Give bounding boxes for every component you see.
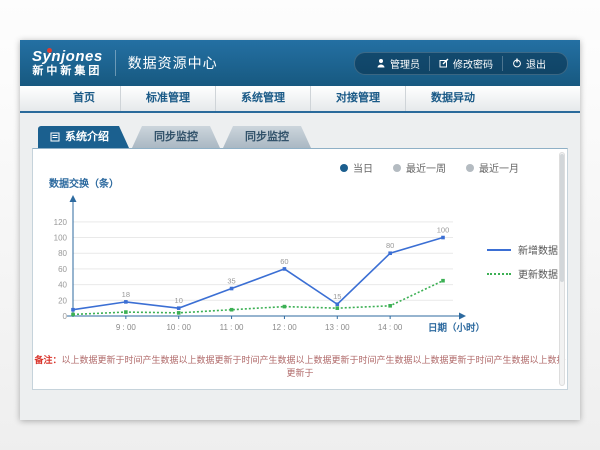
line-chart: 0 20 40 60 80 100 120 9 : 00 10 : 00 11 : 00 12 : … [35,190,487,351]
svg-text:0: 0 [63,312,68,321]
legend-label: 新增数据 [518,242,558,257]
document-icon [50,132,60,142]
brand-logo: Synjones 新中新集团 [32,49,103,78]
nav-item-interface-mgmt[interactable]: 对接管理 [310,86,405,111]
app-window: Synjones 新中新集团 数据资源中心 管理员 修改密码 [20,40,580,420]
filter-option-last-month[interactable]: 最近一月 [466,160,519,175]
legend-label: 更新数据 [518,266,558,281]
tab-label: 同步监控 [154,126,198,148]
logo-subtext: 新中新集团 [32,65,103,77]
svg-text:100: 100 [437,226,450,235]
svg-text:10: 10 [175,296,183,305]
logo-text: Synjones [32,49,103,66]
svg-text:120: 120 [54,218,68,227]
chart-container: 0 20 40 60 80 100 120 9 : 00 10 : 00 11 : 00 12 : … [33,190,567,351]
filter-label: 当日 [353,160,373,175]
tab-label: 系统介绍 [65,126,109,148]
svg-text:80: 80 [58,249,67,258]
svg-text:18: 18 [122,290,130,299]
scrollbar-thumb[interactable] [560,154,564,282]
legend-line-sample [487,273,511,275]
svg-text:35: 35 [227,277,235,286]
legend-item-update-data: 更新数据 [487,266,558,281]
radio-selected-icon [340,164,348,172]
svg-text:20: 20 [58,296,67,305]
tab-system-intro[interactable]: 系统介绍 [38,126,129,148]
svg-text:14 : 00: 14 : 00 [378,323,403,332]
svg-text:60: 60 [280,257,288,266]
user-menu: 管理员 修改密码 退出 [354,52,568,75]
change-password-label: 修改密码 [453,56,493,71]
tab-sync-monitor-1[interactable]: 同步监控 [132,126,220,148]
tab-bar: 系统介绍 同步监控 同步监控 [38,126,568,148]
svg-text:60: 60 [58,265,67,274]
tab-label: 同步监控 [245,126,289,148]
svg-text:11 : 00: 11 : 00 [220,323,244,332]
svg-text:12 : 00: 12 : 00 [272,323,297,332]
time-range-filters: 当日 最近一周 最近一月 [33,149,567,175]
radio-unselected-icon [393,164,401,172]
user-button[interactable]: 管理员 [367,56,429,71]
svg-text:80: 80 [386,241,394,250]
page-title: 数据资源中心 [128,53,218,73]
footnote: 备注：以上数据更新于时间产生数据以上数据更新于时间产生数据以上数据更新于时间产生… [33,353,567,379]
svg-text:40: 40 [58,281,67,290]
user-label: 管理员 [390,56,420,71]
logout-label: 退出 [526,56,546,71]
person-icon [376,58,386,68]
svg-text:10 : 00: 10 : 00 [166,323,191,332]
nav-item-data-change[interactable]: 数据异动 [405,86,500,111]
scrollbar[interactable] [559,152,565,386]
content-panel: 当日 最近一周 最近一月 数据交换（条） 0 20 40 60 80 100 120 9 : … [32,148,568,390]
filter-option-last-week[interactable]: 最近一周 [393,160,446,175]
chart-y-axis-label: 数据交换（条） [49,175,567,190]
svg-text:日期（小时）: 日期（小时） [428,322,485,334]
filter-label: 最近一月 [479,160,519,175]
tab-sync-monitor-2[interactable]: 同步监控 [223,126,311,148]
main-nav: 首页 标准管理 系统管理 对接管理 数据异动 [20,86,580,113]
filter-option-today[interactable]: 当日 [340,160,373,175]
logo-accent-dot [47,48,52,53]
nav-item-system-mgmt[interactable]: 系统管理 [215,86,310,111]
footnote-label: 备注： [34,355,61,365]
power-icon [512,58,522,68]
header: Synjones 新中新集团 数据资源中心 管理员 修改密码 [20,40,580,86]
legend-line-sample [487,249,511,251]
radio-unselected-icon [466,164,474,172]
nav-item-home[interactable]: 首页 [48,86,120,111]
filter-label: 最近一周 [406,160,446,175]
legend-item-new-data: 新增数据 [487,242,558,257]
svg-text:9 : 00: 9 : 00 [116,323,137,332]
svg-text:100: 100 [54,234,68,243]
chart-legend: 新增数据 更新数据 [487,242,558,290]
content-area: 系统介绍 同步监控 同步监控 当日 最近一周 [20,113,580,390]
footnote-text: 以上数据更新于时间产生数据以上数据更新于时间产生数据以上数据更新于时间产生数据以… [62,355,566,378]
edit-icon [439,58,449,68]
nav-item-standard-mgmt[interactable]: 标准管理 [120,86,215,111]
svg-text:13 : 00: 13 : 00 [325,323,350,332]
logout-button[interactable]: 退出 [502,56,555,71]
svg-text:15: 15 [333,292,341,301]
change-password-button[interactable]: 修改密码 [429,56,502,71]
header-divider [115,50,116,76]
